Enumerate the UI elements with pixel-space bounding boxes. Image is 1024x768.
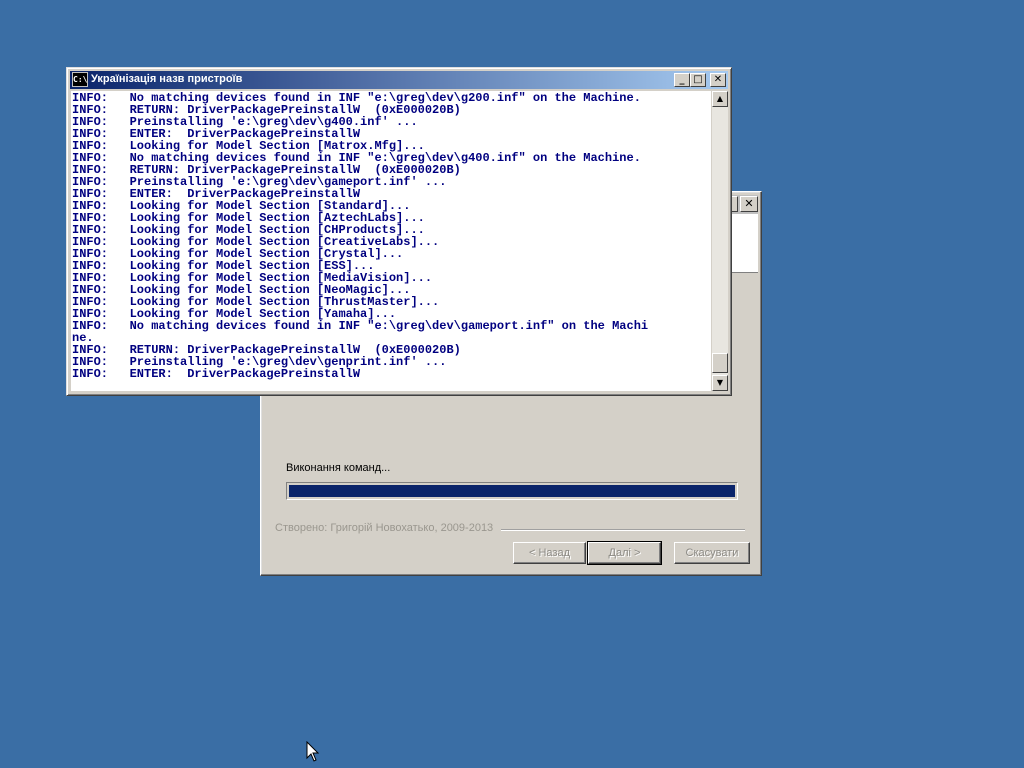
- console-window: C:\ Українізація назв пристроїв _ □ ✕ IN…: [66, 67, 732, 396]
- cancel-button[interactable]: Скасувати: [674, 542, 750, 564]
- progress-bar: [286, 482, 738, 500]
- vertical-scrollbar[interactable]: ▲ ▼: [712, 91, 728, 391]
- window-title: Українізація назв пристроїв: [91, 73, 243, 85]
- scroll-down-button[interactable]: ▼: [712, 375, 728, 391]
- console-app-icon[interactable]: C:\: [72, 72, 88, 87]
- progress-bar-fill: [289, 485, 735, 497]
- console-output-area[interactable]: INFO: No matching devices found in INF "…: [71, 91, 711, 391]
- console-log: INFO: No matching devices found in INF "…: [71, 91, 711, 380]
- credits-label: Створено: Григорій Новохатько, 2009-2013: [275, 522, 494, 534]
- mouse-cursor-icon: [306, 741, 320, 762]
- status-text: Виконання команд...: [286, 462, 391, 474]
- scrollbar-thumb[interactable]: [712, 353, 728, 373]
- console-line: INFO: ENTER: DriverPackagePreinstallW: [72, 367, 361, 381]
- desktop: ✕ Виконання команд... Створено: Григорій…: [0, 0, 1024, 768]
- back-button[interactable]: < Назад: [513, 542, 586, 564]
- maximize-button[interactable]: □: [690, 73, 706, 87]
- next-button[interactable]: Далі >: [587, 541, 662, 565]
- credits-divider: [501, 529, 745, 531]
- console-titlebar[interactable]: C:\ Українізація назв пристроїв _ □ ✕: [70, 71, 728, 89]
- scroll-up-button[interactable]: ▲: [712, 91, 728, 107]
- close-button[interactable]: ✕: [710, 73, 726, 87]
- minimize-button[interactable]: _: [674, 73, 690, 87]
- wizard-close-button[interactable]: ✕: [740, 196, 758, 212]
- console-line: INFO: No matching devices found in INF "…: [72, 319, 649, 333]
